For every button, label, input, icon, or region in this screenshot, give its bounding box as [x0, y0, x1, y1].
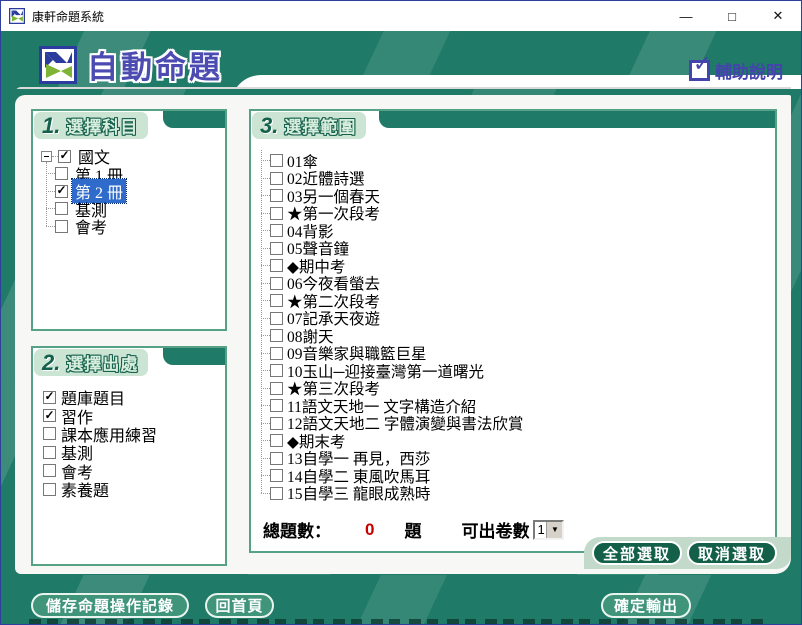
checkbox-icon[interactable]: [270, 172, 283, 185]
checkbox-icon[interactable]: [270, 452, 283, 465]
section3-title: 選擇範圍: [284, 113, 356, 138]
panel-select-range: 3. 選擇範圍 01傘02近體詩選03另一個春天★第一次段考04背影05聲音鐘◆…: [249, 109, 777, 553]
save-record-button[interactable]: 儲存命題操作記錄: [31, 593, 189, 618]
checkbox-icon[interactable]: [270, 487, 283, 500]
checkbox-icon[interactable]: [270, 312, 283, 325]
checkbox-icon[interactable]: [55, 167, 68, 180]
paper-count-value: 1: [535, 522, 546, 538]
checkbox-icon[interactable]: [270, 382, 283, 395]
range-item-row: 15自學三 龍眼成熟時: [261, 485, 775, 503]
range-item-label[interactable]: 15自學三 龍眼成熟時: [287, 482, 430, 504]
source-item-row: 素養題: [43, 480, 225, 498]
checkbox-icon[interactable]: ✓: [43, 391, 56, 404]
total-count-value: 0: [365, 520, 374, 540]
paper-count-dropdown[interactable]: 1 ▼: [533, 520, 564, 540]
tree-item-label[interactable]: 會考: [72, 214, 110, 238]
checkbox-icon[interactable]: [270, 207, 283, 220]
tree-children: 第 1 冊✓第 2 冊基測會考: [46, 165, 225, 235]
section2-number: 2.: [42, 350, 60, 376]
range-item-row: ★第一次段考: [261, 205, 775, 223]
checkbox-icon[interactable]: [55, 220, 68, 233]
section1-title: 選擇科目: [66, 113, 138, 138]
checkbox-icon[interactable]: [270, 294, 283, 307]
kangxuan-logo-icon: [39, 46, 77, 84]
summary-row: 總題數： 0 題 可出卷數 1 ▼: [263, 517, 564, 542]
range-list: 01傘02近體詩選03另一個春天★第一次段考04背影05聲音鐘◆期中考06今夜看…: [261, 152, 775, 502]
total-count-unit: 題: [404, 517, 421, 542]
section1-banner: 1. 選擇科目: [34, 112, 148, 139]
select-all-button[interactable]: 全部選取: [592, 541, 682, 565]
tree-root-row: ✓ 國文: [41, 147, 225, 165]
clipped-scrolling-text: [29, 619, 767, 625]
checkbox-icon[interactable]: [270, 259, 283, 272]
app-window: 康軒命題系統 — □ ✕ 自動命題 ✓ 輔助說明 1.: [0, 0, 802, 625]
checkbox-icon[interactable]: [270, 154, 283, 167]
banner-bar: [163, 111, 225, 128]
checkbox-icon[interactable]: [270, 189, 283, 202]
home-button[interactable]: 回首頁: [205, 593, 274, 618]
section2-title: 選擇出處: [66, 350, 138, 375]
check-icon: ✓: [56, 184, 66, 196]
checkbox-icon[interactable]: [270, 364, 283, 377]
close-button[interactable]: ✕: [755, 1, 801, 31]
checkbox-icon[interactable]: [270, 417, 283, 430]
checkbox-icon[interactable]: [270, 224, 283, 237]
section2-banner: 2. 選擇出處: [34, 349, 148, 376]
checkbox-icon[interactable]: [270, 329, 283, 342]
checkbox-icon[interactable]: [43, 483, 56, 496]
page-title: 自動命題: [87, 42, 223, 87]
checkbox-icon[interactable]: [43, 427, 56, 440]
tree-collapse-icon[interactable]: [41, 151, 52, 162]
maximize-button[interactable]: □: [709, 1, 755, 31]
check-icon: ✓: [44, 390, 54, 402]
tree-item-row: 會考: [46, 218, 225, 236]
checkbox-icon[interactable]: ✓: [43, 409, 56, 422]
chevron-down-icon[interactable]: ▼: [546, 522, 562, 538]
window-controls: — □ ✕: [663, 1, 801, 31]
help-label: 輔助說明: [715, 58, 783, 83]
range-item-row: 07記承天夜遊: [261, 310, 775, 328]
panel-select-subject: 1. 選擇科目 ✓ 國文 第 1 冊✓第 2 冊基測會考: [31, 109, 227, 331]
checkbox-icon[interactable]: [270, 399, 283, 412]
paper-count-label: 可出卷數: [461, 517, 529, 542]
confirm-output-button[interactable]: 確定輸出: [601, 593, 691, 618]
checkbox-icon[interactable]: [43, 446, 56, 459]
deselect-all-button[interactable]: 取消選取: [687, 541, 777, 565]
checkbox-icon[interactable]: [270, 242, 283, 255]
panel-select-source: 2. 選擇出處 ✓題庫題目✓習作課本應用練習基測會考素養題: [31, 346, 227, 566]
section3-number: 3.: [260, 113, 278, 139]
checkbox-icon[interactable]: ✓: [58, 150, 71, 163]
checkbox-icon[interactable]: [270, 469, 283, 482]
help-check-icon: ✓: [689, 60, 710, 81]
check-icon: ✓: [44, 409, 54, 421]
section3-banner: 3. 選擇範圍: [252, 112, 366, 139]
window-title: 康軒命題系統: [32, 8, 104, 25]
help-link[interactable]: ✓ 輔助說明: [689, 58, 783, 83]
app-logo-icon: [9, 8, 25, 24]
title-bar: 康軒命題系統 — □ ✕: [1, 1, 801, 31]
checkbox-icon[interactable]: [270, 347, 283, 360]
source-item-label[interactable]: 素養題: [61, 477, 109, 501]
banner-bar: [163, 348, 225, 365]
checkbox-icon[interactable]: ✓: [55, 185, 68, 198]
section1-number: 1.: [42, 113, 60, 139]
banner-bar: [379, 111, 775, 128]
total-count-label: 總題數：: [263, 517, 331, 542]
checkbox-icon[interactable]: [55, 202, 68, 215]
minimize-button[interactable]: —: [663, 1, 709, 31]
checkbox-icon[interactable]: [43, 464, 56, 477]
checkbox-icon[interactable]: [270, 434, 283, 447]
brand: 自動命題: [39, 42, 223, 87]
checkbox-icon[interactable]: [270, 277, 283, 290]
